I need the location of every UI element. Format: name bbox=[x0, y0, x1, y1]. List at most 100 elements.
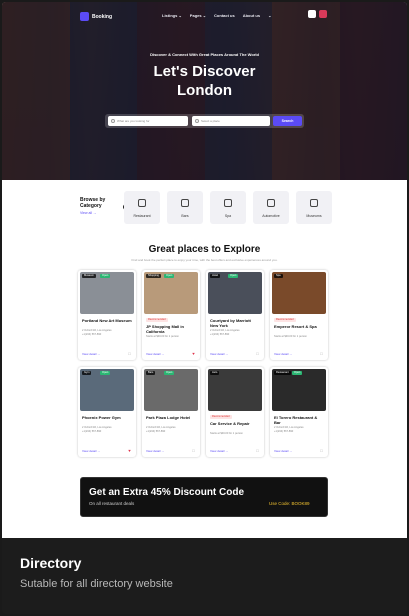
bars-icon bbox=[181, 199, 189, 207]
bookmark-icon[interactable]: □ bbox=[191, 448, 196, 453]
banner-title: Get an Extra 45% Discount Code bbox=[89, 487, 245, 498]
listing-card[interactable]: Hotel Open Courtyard by Marriott New York 2… bbox=[206, 270, 264, 360]
listing-image bbox=[80, 272, 134, 314]
category-badge: Museum bbox=[82, 274, 96, 278]
bookmark-icon[interactable]: □ bbox=[255, 448, 260, 453]
listing-phone: +1(234) 567-890 bbox=[82, 430, 102, 433]
status-badge: Open bbox=[292, 371, 303, 375]
user-icon[interactable] bbox=[308, 10, 316, 18]
discount-banner[interactable]: Get an Extra 45% Discount Code On all re… bbox=[80, 477, 328, 517]
menu-item-contact[interactable]: Contact us bbox=[214, 13, 235, 18]
listing-meta: Starts at $49.00 for 1 person bbox=[146, 335, 179, 338]
view-detail-link[interactable]: View detail → bbox=[146, 449, 164, 453]
browse-title: Browse by Category bbox=[80, 197, 106, 209]
listing-card[interactable]: Gym Open Phoenix Power Gym 2 Oxford Rd, Los… bbox=[78, 367, 136, 457]
bookmark-icon[interactable]: □ bbox=[319, 448, 324, 453]
hero-subtitle: Discover & Connect With Great Places Aro… bbox=[150, 52, 259, 57]
search-bar: What are you looking for Select a place … bbox=[105, 114, 304, 128]
recommended-badge: Recommended bbox=[146, 318, 168, 322]
preview-frame: Booking Listings ⌄ Pages ⌄ Contact us Ab… bbox=[2, 2, 407, 614]
main-menu: Listings ⌄ Pages ⌄ Contact us About us ⌄ bbox=[162, 13, 271, 18]
category-badge: Restaurant bbox=[274, 371, 291, 375]
keyword-input[interactable]: What are you looking for bbox=[108, 116, 188, 126]
browse-heading: Browse by Category View all → bbox=[80, 197, 120, 215]
listing-image bbox=[208, 369, 262, 411]
search-icon bbox=[111, 119, 115, 123]
view-detail-link[interactable]: View detail → bbox=[274, 449, 292, 453]
listing-image bbox=[272, 272, 326, 314]
view-detail-link[interactable]: View detail → bbox=[274, 352, 292, 356]
listing-name[interactable]: Phoenix Power Gym bbox=[82, 415, 132, 420]
location-icon bbox=[195, 119, 199, 123]
caption-subtitle: Sutable for all directory website bbox=[20, 578, 173, 590]
view-detail-link[interactable]: View detail → bbox=[82, 352, 100, 356]
listing-phone: +1(234) 567-890 bbox=[274, 430, 294, 433]
listing-phone: +1(234) 567-890 bbox=[146, 430, 166, 433]
listing-image bbox=[80, 369, 134, 411]
listing-card[interactable]: Restaurant Open El Torero Restaurant & Bar… bbox=[270, 367, 328, 457]
view-all-link[interactable]: View all → bbox=[80, 211, 120, 215]
listing-name[interactable]: Courtyard by Marriott New York bbox=[210, 318, 260, 328]
caption-title: Directory bbox=[20, 555, 82, 571]
recommended-badge: Recommended bbox=[274, 318, 296, 322]
location-select[interactable]: Select a place bbox=[192, 116, 270, 126]
bookmark-icon[interactable]: □ bbox=[127, 351, 132, 356]
listing-image bbox=[272, 369, 326, 411]
category-list: Restaurant Bars Spa Automotive Museums bbox=[124, 191, 332, 224]
bookmark-icon[interactable]: □ bbox=[255, 351, 260, 356]
status-badge: Open bbox=[100, 274, 111, 278]
top-nav: Booking Listings ⌄ Pages ⌄ Contact us Ab… bbox=[2, 10, 407, 26]
heart-icon[interactable]: ♥ bbox=[127, 448, 132, 453]
banner-subtitle: On all restaurant deals bbox=[89, 501, 135, 506]
category-bars[interactable]: Bars bbox=[167, 191, 203, 224]
listing-name[interactable]: JP Shopping Mall in California bbox=[146, 324, 196, 334]
automotive-icon bbox=[267, 199, 275, 207]
listing-name[interactable]: Portland New Art Museum bbox=[82, 318, 132, 323]
category-automotive[interactable]: Automotive bbox=[253, 191, 289, 224]
view-detail-link[interactable]: View detail → bbox=[210, 352, 228, 356]
category-badge: Hotel bbox=[210, 274, 221, 278]
listing-name[interactable]: El Torero Restaurant & Bar bbox=[274, 415, 324, 425]
status-badge: Open bbox=[228, 274, 239, 278]
listing-phone: +1(234) 567-890 bbox=[210, 333, 230, 336]
view-detail-link[interactable]: View detail → bbox=[82, 449, 100, 453]
heart-icon[interactable]: ♥ bbox=[191, 351, 196, 356]
menu-item-listings[interactable]: Listings ⌄ bbox=[162, 13, 182, 18]
category-spa[interactable]: Spa bbox=[210, 191, 246, 224]
nav-actions bbox=[308, 10, 327, 18]
listing-name[interactable]: Emperor Resort & Spa bbox=[274, 324, 324, 329]
listing-name[interactable]: Park Plaza Lodge Hotel bbox=[146, 415, 196, 420]
category-badge: Bars bbox=[146, 371, 156, 375]
listing-card[interactable]: Auto Recommended Car Service & Repair Start… bbox=[206, 367, 264, 457]
banner-code: Use Code: BOOK89 bbox=[269, 501, 310, 506]
listing-grid: Museum Open Portland New Art Museum 2 Oxfor… bbox=[78, 270, 331, 457]
category-badge: Auto bbox=[210, 371, 220, 375]
menu-item-more[interactable]: ⌄ bbox=[268, 13, 271, 18]
listing-card[interactable]: Shopping Open Recommended JP Shopping Mall … bbox=[142, 270, 200, 360]
section-title: Great places to Explore bbox=[148, 244, 261, 255]
hero-section: Booking Listings ⌄ Pages ⌄ Contact us Ab… bbox=[2, 2, 407, 180]
logo[interactable]: Booking bbox=[80, 12, 112, 21]
status-badge: Open bbox=[164, 371, 175, 375]
category-restaurant[interactable]: Restaurant bbox=[124, 191, 160, 224]
listing-card[interactable]: Museum Open Portland New Art Museum 2 Oxfor… bbox=[78, 270, 136, 360]
listing-image bbox=[144, 369, 198, 411]
status-badge: Open bbox=[164, 274, 175, 278]
listing-card[interactable]: Spa Recommended Emperor Resort & Spa Starts… bbox=[270, 270, 328, 360]
section-subtitle: Find and book the perfect place to enjoy… bbox=[131, 258, 278, 262]
menu-item-about[interactable]: About us bbox=[243, 13, 260, 18]
category-badge: Gym bbox=[82, 371, 92, 375]
bookmark-icon[interactable]: □ bbox=[319, 351, 324, 356]
search-button[interactable]: Search bbox=[273, 116, 302, 126]
listing-meta: Starts at $49.00 for 1 person bbox=[210, 432, 243, 435]
website-preview: Booking Listings ⌄ Pages ⌄ Contact us Ab… bbox=[2, 2, 407, 538]
logo-icon bbox=[80, 12, 89, 21]
category-museums[interactable]: Museums bbox=[296, 191, 332, 224]
view-detail-link[interactable]: View detail → bbox=[210, 449, 228, 453]
add-listing-icon[interactable] bbox=[319, 10, 327, 18]
menu-item-pages[interactable]: Pages ⌄ bbox=[190, 13, 206, 18]
listing-card[interactable]: Bars Open Park Plaza Lodge Hotel 2 Oxford R… bbox=[142, 367, 200, 457]
view-detail-link[interactable]: View detail → bbox=[146, 352, 164, 356]
category-badge: Shopping bbox=[146, 274, 161, 278]
listing-name[interactable]: Car Service & Repair bbox=[210, 421, 260, 426]
